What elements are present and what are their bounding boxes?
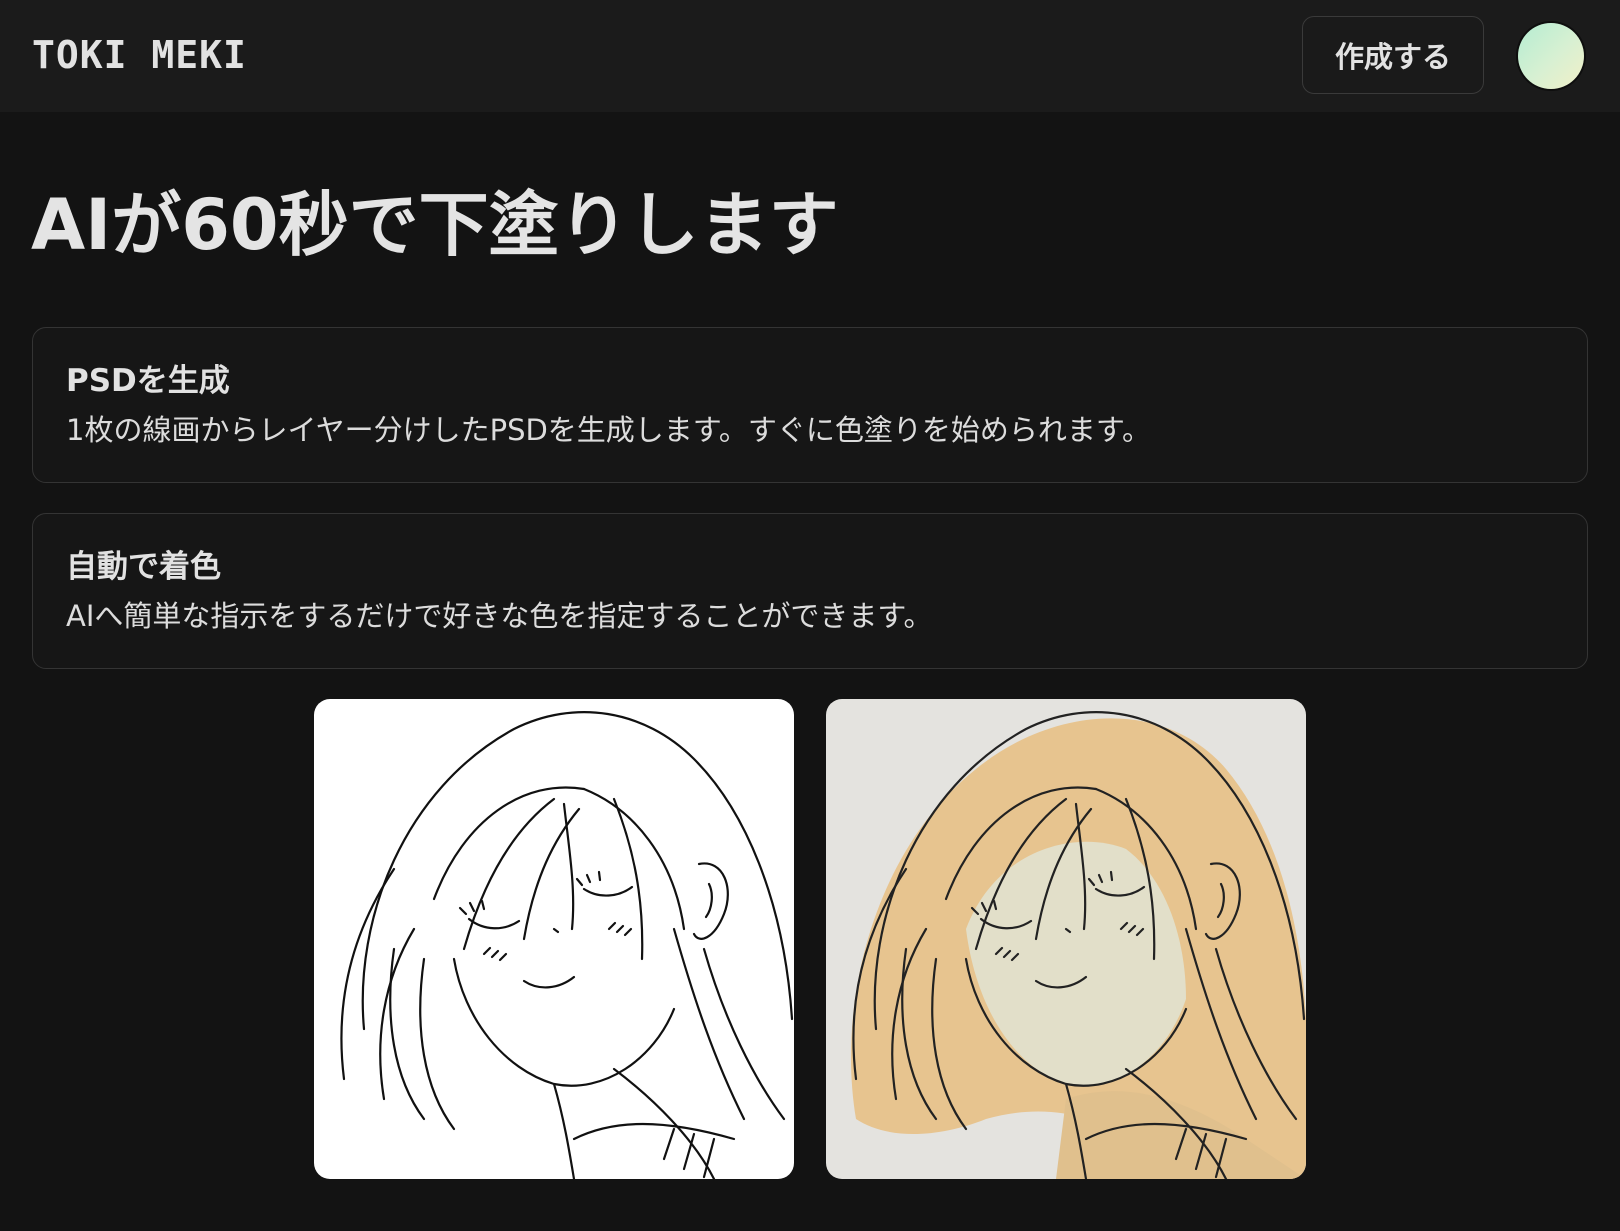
feature-description: AIへ簡単な指示をするだけで好きな色を指定することができます。 (66, 599, 933, 633)
feature-title: PSDを生成 (66, 363, 230, 399)
line-art-image (314, 699, 794, 1179)
feature-title: 自動で着色 (66, 549, 221, 585)
avatar[interactable] (1518, 23, 1584, 89)
create-button[interactable]: 作成する (1302, 16, 1484, 94)
colored-illustration (851, 711, 1306, 1179)
line-art-illustration (340, 711, 794, 1179)
feature-description: 1枚の線画からレイヤー分けしたPSDを生成します。すぐに色塗りを始められます。 (66, 413, 1152, 447)
logo[interactable]: TOKI MEKI (32, 32, 247, 78)
feature-card-auto-color: 自動で着色 AIへ簡単な指示をするだけで好きな色を指定することができます。 (32, 513, 1588, 669)
feature-card-psd: PSDを生成 1枚の線画からレイヤー分けしたPSDを生成します。すぐに色塗りを始… (32, 327, 1588, 483)
colored-image (826, 699, 1306, 1179)
page-title: AIが60秒で下塗りします (31, 184, 839, 266)
app-header: TOKI MEKI 作成する (0, 0, 1620, 112)
